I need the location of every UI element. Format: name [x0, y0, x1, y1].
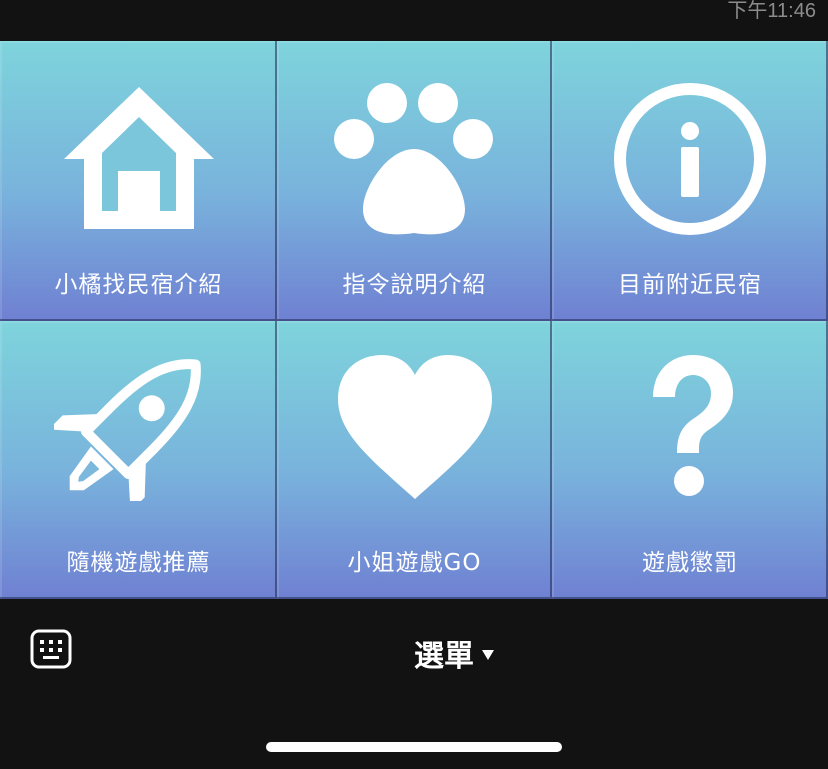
question-mark-icon: [653, 355, 733, 496]
tile-label: 指令說明介紹: [342, 272, 487, 298]
rich-menu-tile-commands[interactable]: 指令說明介紹: [277, 41, 552, 321]
heart-icon: [337, 355, 492, 499]
rich-menu-tile-intro[interactable]: 小橘找民宿介紹: [0, 41, 277, 321]
rich-menu-tile-nearby[interactable]: 目前附近民宿: [552, 41, 828, 321]
keyboard-button[interactable]: [30, 629, 72, 669]
home-indicator: [266, 742, 562, 752]
keyboard-icon: [30, 629, 72, 669]
house-icon: [63, 87, 214, 229]
tile-label: 隨機遊戲推薦: [66, 550, 211, 576]
tile-label: 目前附近民宿: [618, 272, 762, 298]
tile-label: 小姐遊戲GO: [347, 550, 482, 576]
tile-label: 遊戲懲罰: [642, 550, 738, 576]
status-time: 下午11:46: [727, 0, 816, 22]
bottom-bar: 選單: [0, 599, 828, 769]
caret-down-icon: [482, 650, 494, 660]
rich-menu-tile-go[interactable]: 小姐遊戲GO: [277, 321, 552, 599]
chat-screen: 下午11:46 小橘找民宿介紹 指令說明介紹 目前附近民宿 隨機遊戲推薦 小姐遊…: [0, 0, 828, 769]
info-icon: [614, 83, 766, 235]
rich-menu-tile-penalty[interactable]: 遊戲懲罰: [552, 321, 828, 599]
menu-toggle-button[interactable]: 選單: [414, 631, 494, 675]
tile-label: 小橘找民宿介紹: [54, 272, 223, 298]
rich-menu: 小橘找民宿介紹 指令說明介紹 目前附近民宿 隨機遊戲推薦 小姐遊戲GO 遊戲懲罰: [0, 41, 828, 599]
menu-toggle-label: 選單: [414, 639, 474, 674]
paw-icon: [333, 83, 493, 235]
rocket-icon: [53, 359, 201, 501]
rich-menu-tile-random-game[interactable]: 隨機遊戲推薦: [0, 321, 277, 599]
